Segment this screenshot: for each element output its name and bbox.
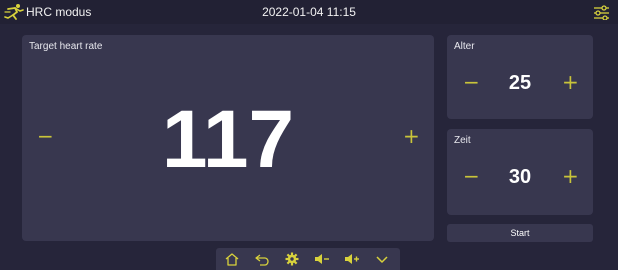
top-bar: HRC modus 2022-01-04 11:15 <box>0 0 618 24</box>
alter-label: Alter <box>454 41 475 52</box>
start-button[interactable]: Start <box>447 224 593 242</box>
alter-increase-button[interactable]: + <box>562 72 579 92</box>
heart-rate-increase-button[interactable]: + <box>403 126 420 146</box>
zeit-label: Zeit <box>454 135 471 146</box>
bottom-nav-bar <box>216 248 400 270</box>
target-heart-rate-label: Target heart rate <box>29 41 103 52</box>
alter-panel: Alter − 25 + <box>447 35 593 119</box>
target-heart-rate-panel: Target heart rate − 117 + <box>22 35 434 241</box>
heart-rate-value: 117 <box>161 94 295 185</box>
home-icon[interactable] <box>224 252 240 266</box>
zeit-panel: Zeit − 30 + <box>447 129 593 215</box>
back-icon[interactable] <box>254 252 270 266</box>
runner-logo-icon <box>4 4 24 20</box>
settings-gear-icon[interactable] <box>284 252 300 266</box>
datetime-display: 2022-01-04 11:15 <box>262 5 356 19</box>
volume-up-icon[interactable] <box>344 252 360 266</box>
app-title: HRC modus <box>26 5 92 19</box>
chevron-down-icon[interactable] <box>374 252 390 266</box>
zeit-increase-button[interactable]: + <box>562 166 579 186</box>
volume-down-icon[interactable] <box>314 252 330 266</box>
sliders-icon[interactable] <box>593 4 610 20</box>
